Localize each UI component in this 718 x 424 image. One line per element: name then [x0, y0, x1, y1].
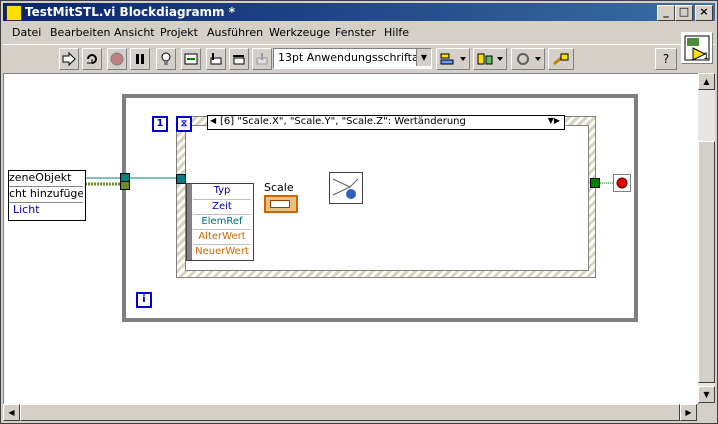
toolbar: 13pt Anwendungsschriftart ▼ ? 1: [3, 32, 715, 73]
vi-context-icon[interactable]: 1: [681, 32, 713, 64]
timeout-hourglass-icon[interactable]: ⧖: [176, 116, 192, 132]
labview-window: TestMitSTL.vi Blockdiagramm * _ □ × Date…: [0, 0, 718, 424]
menu-ausfuehren[interactable]: Ausführen: [207, 26, 263, 39]
align-objects-icon: [440, 53, 466, 65]
help-label: ?: [662, 52, 670, 66]
vi-icon: [6, 5, 22, 21]
loop-count-terminal[interactable]: 1: [152, 116, 168, 132]
run-button[interactable]: [59, 48, 79, 70]
event-node-grip: [187, 184, 192, 260]
step-out-button[interactable]: [252, 48, 272, 70]
prev-case-icon[interactable]: ◀: [210, 116, 216, 125]
step-over-button[interactable]: [229, 48, 249, 70]
pause-button[interactable]: [130, 48, 150, 70]
event-output-tunnel[interactable]: [590, 178, 600, 188]
run-arrow-icon: [62, 52, 76, 66]
horizontal-scroll-thumb[interactable]: [20, 404, 680, 421]
case-list-chevron-icon[interactable]: ▼▶: [548, 116, 560, 125]
stop-sign-icon: [616, 177, 628, 189]
menu-werkzeuge[interactable]: Werkzeuge: [269, 26, 330, 39]
step-into-button[interactable]: [206, 48, 226, 70]
event-field-time[interactable]: Zeit: [193, 199, 251, 214]
step-over-icon: [233, 55, 245, 65]
event-selector[interactable]: ◀ [6] "Scale.X", "Scale.Y", "Scale.Z": W…: [207, 115, 565, 130]
probe-icon: [184, 53, 198, 65]
align-objects-button[interactable]: [436, 48, 470, 70]
step-into-icon: [210, 53, 222, 65]
retain-wire-values-button[interactable]: [181, 48, 201, 70]
menu-bearbeiten[interactable]: Bearbeiten: [50, 26, 110, 39]
cluster-tunnel[interactable]: [120, 181, 130, 190]
event-data-node[interactable]: Typ Zeit ElemRef AlterWert NeuerWert: [186, 183, 254, 261]
run-continuously-icon: [87, 54, 97, 64]
event-field-type[interactable]: Typ: [193, 184, 251, 198]
minimize-button[interactable]: _: [657, 5, 675, 21]
vertical-scroll-thumb[interactable]: [698, 141, 715, 383]
menu-fenster[interactable]: Fenster: [335, 26, 376, 39]
vertical-scrollbar[interactable]: ▲ ▼: [698, 73, 715, 403]
scroll-down-arrow-icon[interactable]: ▼: [698, 386, 715, 403]
step-out-icon: [256, 53, 268, 65]
event-field-oldval[interactable]: AlterWert: [193, 229, 251, 244]
connector-pane-label: 1: [703, 52, 709, 62]
event-field-newval[interactable]: NeuerWert: [193, 244, 251, 259]
event-selector-label: [6] "Scale.X", "Scale.Y", "Scale.Z": Wer…: [220, 116, 466, 127]
title-bar: TestMitSTL.vi Blockdiagramm * _ □ ×: [3, 3, 715, 21]
menu-hilfe[interactable]: Hilfe: [384, 26, 409, 39]
camera-sphere-icon: [332, 178, 359, 199]
help-button[interactable]: ?: [655, 48, 677, 70]
distribute-objects-button[interactable]: [473, 48, 507, 70]
clean-up-icon: [553, 52, 569, 66]
scene-object-cluster[interactable]: zeneObjekt cht hinzufügen Licht: [8, 170, 86, 221]
block-diagram-canvas[interactable]: zeneObjekt cht hinzufügen Licht ◀ [6] "S…: [3, 73, 699, 405]
font-select-value: 13pt Anwendungsschriftart: [278, 51, 428, 64]
scale-numeric-icon: [270, 200, 290, 208]
scroll-up-arrow-icon[interactable]: ▲: [698, 73, 715, 90]
iteration-terminal[interactable]: i: [136, 292, 152, 308]
cluster-row-light: Licht: [13, 203, 40, 216]
reorder-icon: [517, 53, 541, 65]
scale-control-terminal[interactable]: [264, 195, 298, 213]
maximize-button[interactable]: □: [675, 5, 693, 21]
horizontal-scrollbar[interactable]: ◀ ▶: [3, 404, 697, 421]
pause-icon: [136, 54, 144, 64]
stop-icon: [110, 52, 124, 66]
menu-projekt[interactable]: Projekt: [160, 26, 198, 39]
cluster-row-scene-object: zeneObjekt: [9, 171, 83, 187]
stop-terminal[interactable]: [613, 174, 631, 192]
distribute-objects-icon: [477, 53, 503, 65]
menu-ansicht[interactable]: Ansicht: [114, 26, 155, 39]
font-select[interactable]: 13pt Anwendungsschriftart ▼: [273, 48, 432, 69]
window-title: TestMitSTL.vi Blockdiagramm *: [25, 5, 236, 19]
event-ref-tunnel[interactable]: [176, 174, 186, 184]
run-continuously-button[interactable]: [82, 48, 102, 70]
menu-bar: Datei Bearbeiten Ansicht Projekt Ausführ…: [3, 23, 715, 43]
reorder-button[interactable]: [511, 48, 545, 70]
cluster-row-add-light: cht hinzufügen: [9, 187, 83, 203]
scroll-right-arrow-icon[interactable]: ▶: [680, 404, 697, 421]
scene-node[interactable]: [329, 172, 363, 204]
scroll-left-arrow-icon[interactable]: ◀: [3, 404, 20, 421]
chevron-down-icon: ▼: [416, 49, 431, 66]
menu-datei[interactable]: Datei: [12, 26, 41, 39]
close-button[interactable]: ×: [695, 5, 713, 21]
lightbulb-icon: [161, 52, 171, 65]
event-field-ctlref[interactable]: ElemRef: [193, 214, 251, 229]
scale-label: Scale: [264, 181, 294, 194]
abort-button[interactable]: [107, 48, 127, 70]
scrollbar-corner: [698, 404, 715, 421]
highlight-execution-button[interactable]: [156, 48, 176, 70]
clean-up-diagram-button[interactable]: [548, 48, 574, 70]
